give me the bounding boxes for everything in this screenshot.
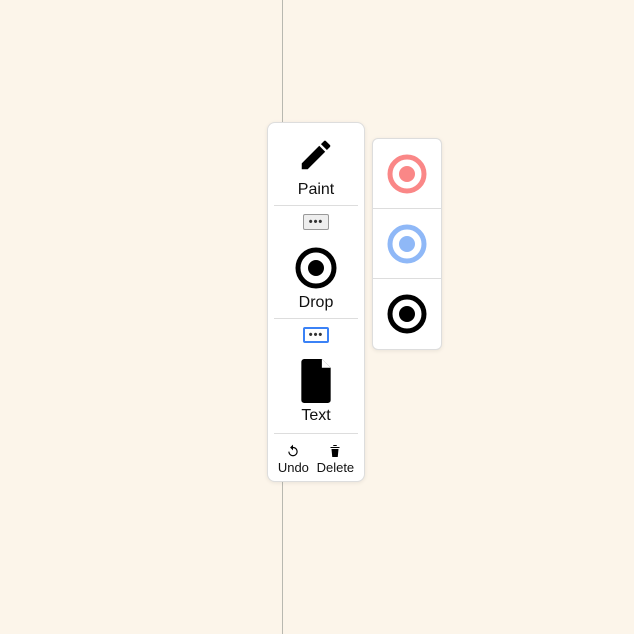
circle-drop-icon — [274, 244, 358, 292]
paint-tool[interactable]: Paint — [274, 131, 358, 199]
drop-label: Drop — [274, 294, 358, 312]
paint-more-button[interactable]: ••• — [303, 214, 329, 230]
text-label: Text — [274, 407, 358, 425]
circle-black-icon — [385, 292, 429, 336]
paint-label: Paint — [274, 181, 358, 199]
drop-options-row: ••• — [274, 318, 358, 351]
undo-button[interactable]: Undo — [278, 442, 309, 475]
color-option-black[interactable] — [373, 279, 441, 349]
delete-label: Delete — [317, 460, 355, 475]
drop-tool[interactable]: Drop — [274, 238, 358, 312]
color-picker-panel — [372, 138, 442, 350]
file-icon — [274, 357, 358, 405]
color-option-blue[interactable] — [373, 209, 441, 279]
circle-red-icon — [385, 152, 429, 196]
pencil-icon — [274, 131, 358, 179]
trash-icon — [317, 442, 355, 460]
toolbar-bottom-row: Undo Delete — [274, 433, 358, 475]
undo-label: Undo — [278, 460, 309, 475]
undo-icon — [278, 442, 309, 460]
paint-options-row: ••• — [274, 205, 358, 238]
color-option-red[interactable] — [373, 139, 441, 209]
drop-more-button[interactable]: ••• — [303, 327, 329, 343]
circle-blue-icon — [385, 222, 429, 266]
delete-button[interactable]: Delete — [317, 442, 355, 475]
text-tool[interactable]: Text — [274, 351, 358, 425]
tool-palette: Paint ••• Drop ••• Text Undo — [267, 122, 365, 482]
